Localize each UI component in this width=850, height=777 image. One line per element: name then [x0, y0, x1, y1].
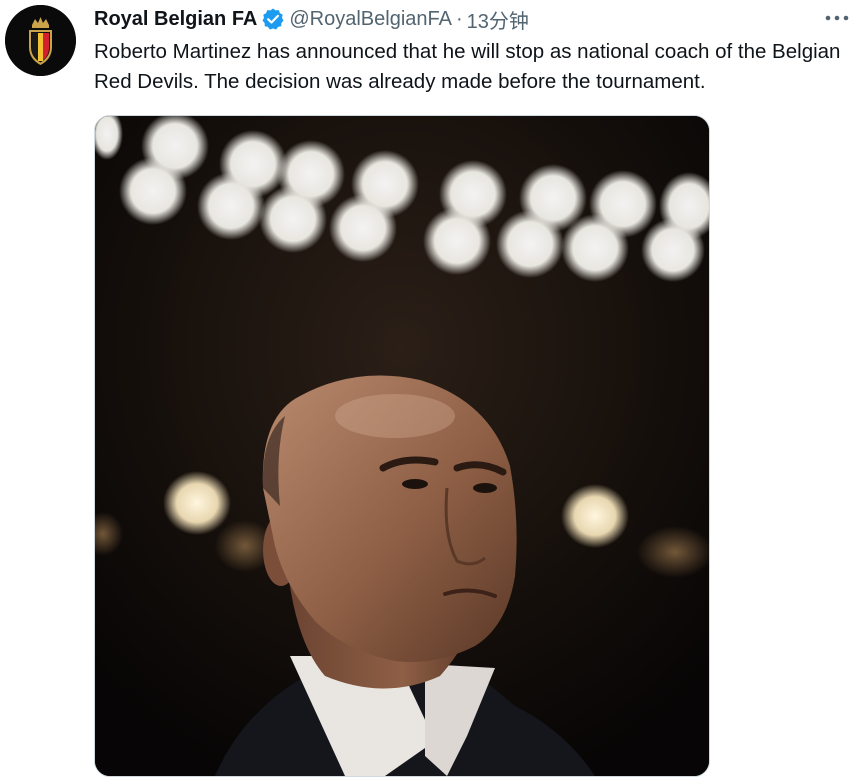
- avatar[interactable]: [5, 5, 76, 76]
- photo-coach-under-stadium-lights-icon: [95, 116, 709, 776]
- tweet-text: Roberto Martinez has announced that he w…: [94, 40, 847, 93]
- tweet-photo[interactable]: [94, 115, 710, 777]
- tweet-header: Royal Belgian FA @RoyalBelgianFA · 13分钟: [94, 5, 529, 33]
- display-name[interactable]: Royal Belgian FA: [94, 8, 257, 31]
- tweet[interactable]: Royal Belgian FA @RoyalBelgianFA · 13分钟 …: [0, 0, 850, 777]
- timestamp[interactable]: 13分钟: [467, 5, 529, 34]
- separator-dot: ·: [455, 7, 463, 30]
- royal-belgian-fa-crest-icon: [5, 5, 76, 76]
- verified-badge-icon: [261, 7, 285, 31]
- author-handle[interactable]: @RoyalBelgianFA: [289, 8, 452, 31]
- more-horizontal-icon: [825, 15, 849, 21]
- more-options-button[interactable]: [824, 6, 850, 30]
